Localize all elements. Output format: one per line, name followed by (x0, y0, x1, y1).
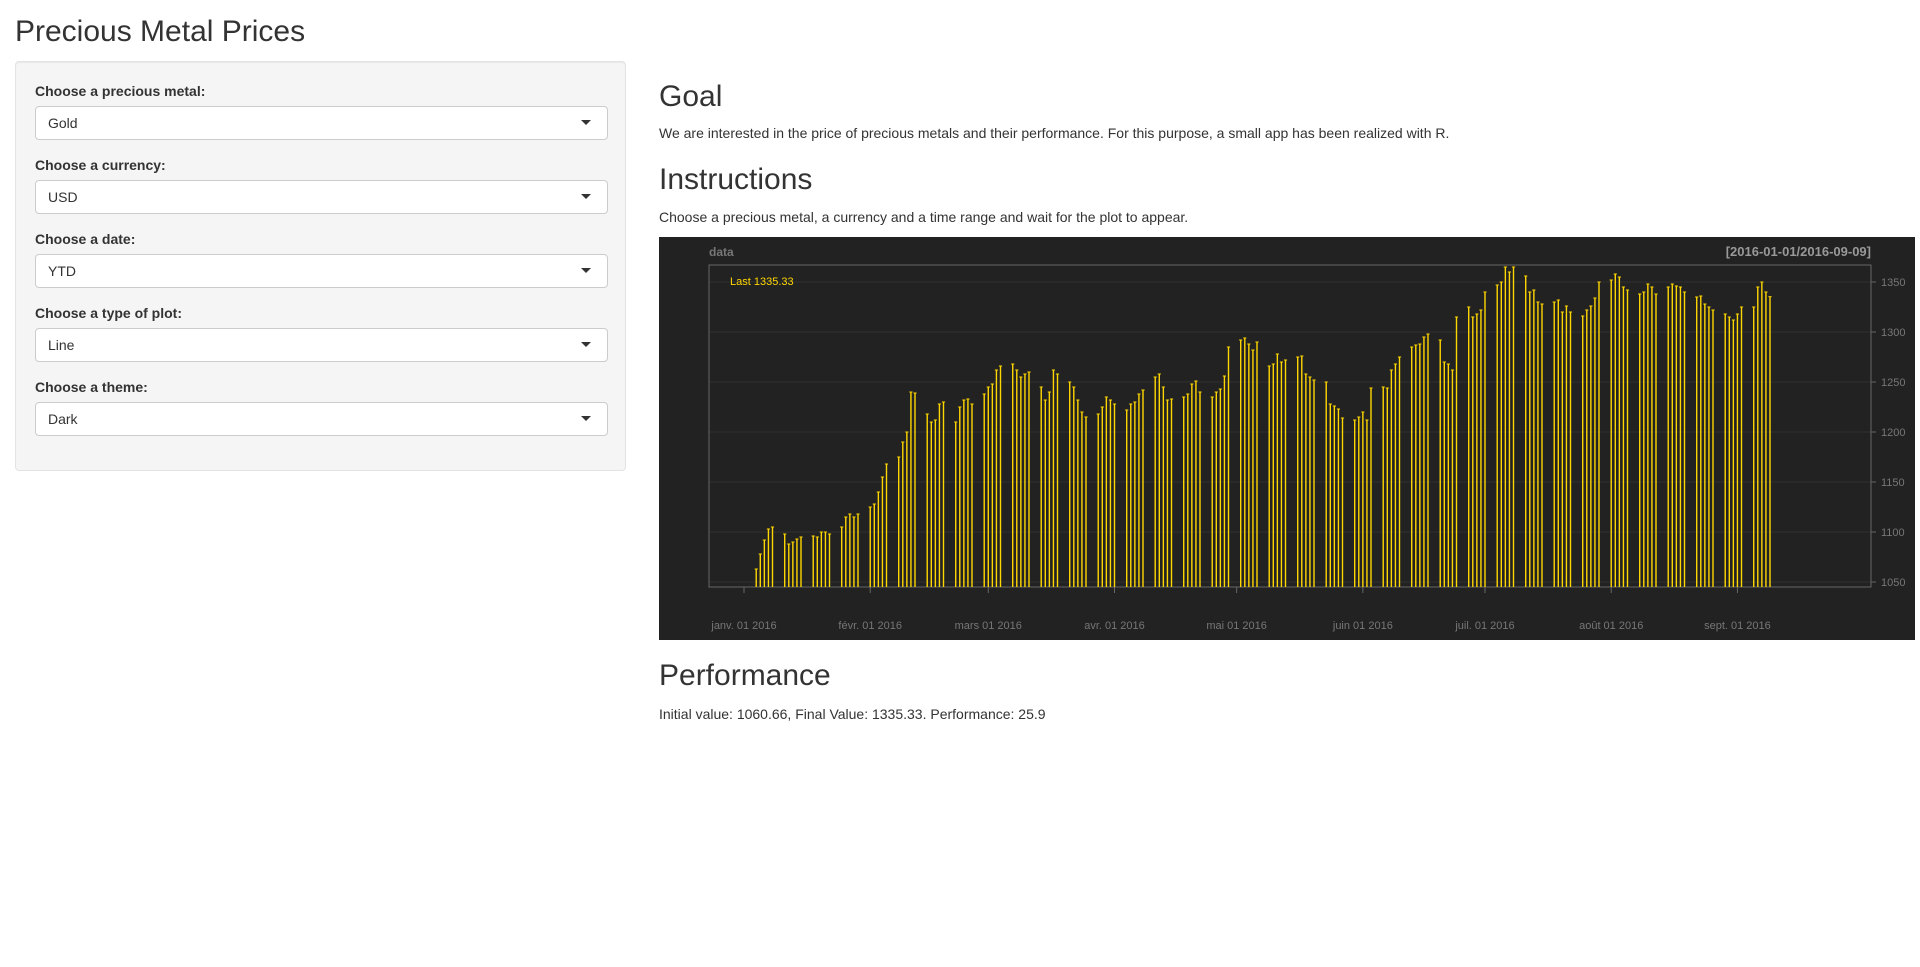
y-tick-label: 1250 (1881, 377, 1905, 389)
y-tick-label: 1200 (1881, 427, 1905, 439)
instructions-text: Choose a precious metal, a currency and … (659, 209, 1189, 225)
currency-field: Choose a currency: USD (35, 156, 608, 214)
plot-type-field: Choose a type of plot: Line (35, 304, 608, 362)
metal-label: Choose a precious metal: (35, 83, 206, 99)
metal-select-value: Gold (48, 115, 78, 131)
last-value-label: Last 1335.33 (730, 276, 794, 288)
y-tick-label: 1150 (1881, 477, 1905, 489)
chart-title: data (709, 245, 734, 259)
plot-type-label: Choose a type of plot: (35, 305, 182, 321)
goal-text: We are interested in the price of precio… (659, 125, 1450, 141)
performance-text: Initial value: 1060.66, Final Value: 133… (659, 706, 1046, 722)
chevron-down-icon (581, 342, 591, 347)
instructions-heading: Instructions (659, 163, 813, 196)
date-select[interactable]: YTD (35, 254, 608, 288)
y-tick-label: 1350 (1881, 277, 1905, 289)
performance-heading: Performance (659, 659, 831, 692)
x-tick-label: mars 01 2016 (955, 620, 1022, 632)
chart-range-label: [2016-01-01/2016-09-09] (1726, 244, 1871, 259)
x-tick-label: août 01 2016 (1579, 620, 1643, 632)
date-field: Choose a date: YTD (35, 230, 608, 288)
plot-type-select-value: Line (48, 337, 75, 353)
price-chart: 1050 1100 1150 1200 1250 1300 1350 janv. 01 20… (659, 237, 1915, 640)
currency-select-value: USD (48, 189, 78, 205)
goal-heading: Goal (659, 80, 723, 113)
x-tick-label: févr. 01 2016 (838, 620, 902, 632)
chart-background (659, 237, 1915, 640)
sidebar-panel: Choose a precious metal: Gold Choose a c… (15, 61, 626, 471)
date-select-value: YTD (48, 263, 76, 279)
plot-type-select[interactable]: Line (35, 328, 608, 362)
date-label: Choose a date: (35, 231, 136, 247)
theme-select[interactable]: Dark (35, 402, 608, 436)
currency-select[interactable]: USD (35, 180, 608, 214)
metal-field: Choose a precious metal: Gold (35, 82, 608, 140)
chevron-down-icon (581, 416, 591, 421)
page-title: Precious Metal Prices (15, 15, 306, 48)
chevron-down-icon (581, 194, 591, 199)
x-tick-label: avr. 01 2016 (1084, 620, 1145, 632)
x-tick-label: sept. 01 2016 (1704, 620, 1771, 632)
price-chart-svg: 1050 1100 1150 1200 1250 1300 1350 janv. 01 20… (659, 237, 1915, 640)
chevron-down-icon (581, 120, 591, 125)
currency-label: Choose a currency: (35, 157, 166, 173)
x-tick-label: janv. 01 2016 (710, 620, 776, 632)
y-tick-label: 1100 (1881, 527, 1905, 539)
theme-select-value: Dark (48, 411, 78, 427)
metal-select[interactable]: Gold (35, 106, 608, 140)
x-tick-label: juin 01 2016 (1332, 620, 1393, 632)
x-tick-label: juil. 01 2016 (1454, 620, 1514, 632)
theme-field: Choose a theme: Dark (35, 378, 608, 436)
y-tick-label: 1050 (1881, 577, 1905, 589)
chevron-down-icon (581, 268, 591, 273)
x-tick-label: mai 01 2016 (1206, 620, 1267, 632)
y-tick-label: 1300 (1881, 327, 1905, 339)
theme-label: Choose a theme: (35, 379, 148, 395)
